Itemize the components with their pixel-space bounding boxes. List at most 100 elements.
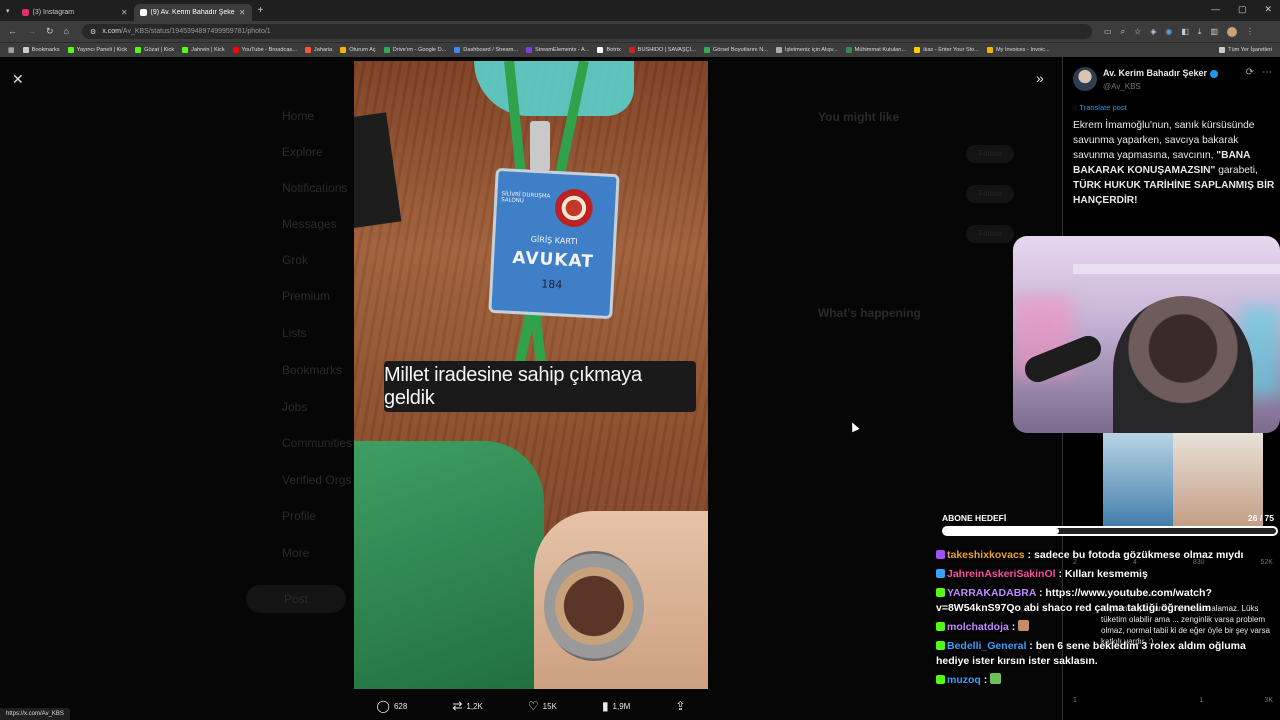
bookmark-item[interactable]: Dashboard / Stream...	[454, 47, 518, 53]
new-tab-button[interactable]: +	[252, 5, 264, 16]
kick-icon	[67, 47, 74, 53]
grok-icon[interactable]: ⟳	[1246, 67, 1254, 78]
bookmark-item-all[interactable]: Tüm Yer İşaretleri	[1219, 47, 1280, 53]
sub-badge-icon	[936, 550, 945, 559]
drive-icon	[383, 47, 390, 53]
chat-user: molchatdoja	[947, 621, 1009, 633]
home-icon[interactable]: ⌂	[64, 26, 69, 37]
menu-icon[interactable]: ⋮	[1246, 27, 1254, 37]
badge-top-text: SİLİVRİ DURUŞMA SALONU	[501, 191, 551, 205]
bookmark-item[interactable]: StreamElements - A...	[526, 47, 589, 53]
tab-instagram[interactable]: (3) Instagram ✕	[16, 4, 134, 21]
like-count-b[interactable]: 1	[1199, 697, 1203, 704]
forward-icon[interactable]: →	[27, 26, 36, 37]
bookmark-item[interactable]: İşletmeniz için Alışv...	[775, 47, 838, 53]
download-icon[interactable]: ⤓	[1198, 27, 1202, 37]
tweet-options: ⟳ ⋯	[1246, 67, 1272, 78]
url-host: x.com	[102, 28, 121, 35]
apps-icon[interactable]: ▦	[8, 46, 15, 54]
tab-close-icon[interactable]: ✕	[239, 8, 246, 17]
chat-message: takeshixkovacs : sadece bu fotoda gözükm…	[936, 548, 1276, 563]
chat-text: sadece bu fotoda gözükmese olmaz mıydı	[1033, 549, 1244, 561]
emote-icon	[1018, 620, 1030, 631]
author-handle[interactable]: @Av_KBS	[1103, 82, 1141, 91]
tab-close-icon[interactable]: ✕	[121, 8, 128, 17]
close-viewer-icon[interactable]: ✕	[12, 71, 24, 88]
views-button[interactable]: ▮ 1,9M	[602, 699, 630, 713]
bookmark-item[interactable]: Mühimmat Kutuları...	[845, 47, 906, 53]
bookmark-item[interactable]: BUSHIDO | SAVAŞÇI...	[628, 47, 696, 53]
photo-caption: Millet iradesine sahip çıkmaya geldik	[384, 361, 696, 412]
site-icon	[775, 47, 782, 53]
bookmark-item[interactable]: Oturum Aç	[340, 47, 376, 53]
bookmark-item[interactable]: Görsel Boyutlarını N...	[703, 47, 768, 53]
more-options-icon[interactable]: ⋯	[1262, 67, 1272, 78]
folder-icon	[1219, 47, 1226, 53]
bookmark-item[interactable]: Bookmarks	[22, 47, 60, 53]
site-info-icon[interactable]: ⚙	[90, 28, 96, 36]
chat-message: Bedelli_General : ben 6 sene bekledim 3 …	[936, 640, 1246, 667]
bookmark-item[interactable]: My Invoices - Invoic...	[986, 47, 1050, 53]
reply-button[interactable]: ◯ 628	[377, 699, 408, 713]
bookmark-item[interactable]: Yayıncı Paneli | Kick	[67, 47, 127, 53]
profile-avatar[interactable]	[1227, 26, 1238, 37]
tab-label: (9) Av. Kerim Bahadır Şeker (@Av	[150, 8, 235, 16]
chat-message: molchatdoja :	[936, 620, 1276, 635]
sub-goal-fill	[944, 528, 1060, 534]
heart-icon: ♡	[527, 699, 539, 713]
star-icon	[22, 47, 29, 53]
bookmark-item[interactable]: YouTube - Broadcas...	[232, 47, 297, 53]
cast-icon[interactable]: ▭	[1104, 27, 1112, 37]
minimize-icon[interactable]: —	[1211, 4, 1220, 15]
bookmark-item[interactable]: Gözat | Kick	[135, 47, 174, 53]
tab-search-icon[interactable]: ▾	[0, 7, 16, 15]
mouse-cursor	[848, 420, 860, 433]
bookmark-item[interactable]: ikas - Enter Your Sto...	[914, 47, 979, 53]
bookmark-star-icon[interactable]: ☆	[1134, 27, 1141, 37]
chat-user: muzoq	[947, 674, 981, 686]
figure-shelf	[1073, 264, 1280, 274]
sub-goal-widget: ABONE HEDEFİ 26 / 75	[942, 513, 1280, 536]
tab-x-post[interactable]: (9) Av. Kerim Bahadır Şeker (@Av ✕	[133, 3, 252, 21]
bookmark-item[interactable]: Jaharia	[304, 47, 332, 53]
share-button[interactable]: ⇪	[675, 699, 685, 713]
extension-icon[interactable]: ◈	[1150, 27, 1156, 37]
url-field[interactable]: ⚙ x.com /Av_KBS/status/19453948974999597…	[82, 24, 1092, 39]
kick-badge-icon	[936, 641, 945, 650]
wristwatch	[544, 551, 644, 661]
like-button[interactable]: ♡ 15K	[528, 699, 557, 713]
zoom-icon[interactable]: ⌕	[1121, 27, 1125, 37]
reload-icon[interactable]: ↻	[46, 26, 54, 37]
badge-clip	[530, 121, 550, 171]
bookmark-item[interactable]: Jahrein | Kick	[182, 47, 225, 53]
emote-icon	[990, 673, 1002, 684]
browser-tab-bar: ▾ (3) Instagram ✕ (9) Av. Kerim Bahadır …	[0, 0, 1280, 21]
address-toolbar: ← → ↻ ⌂ ⚙ x.com /Av_KBS/status/194539489…	[0, 21, 1280, 42]
bookmark-item[interactable]: Drive'ım - Google D...	[383, 47, 446, 53]
close-window-icon[interactable]: ✕	[1264, 4, 1272, 15]
extensions-puzzle-icon[interactable]: ◧	[1181, 27, 1189, 37]
author-name[interactable]: Av. Kerim Bahadır Şeker	[1103, 68, 1219, 78]
reply-count-b[interactable]: 1	[1073, 697, 1077, 704]
extension-icon[interactable]: ◉	[1165, 27, 1172, 37]
bg-follow-button: Follow	[966, 225, 1014, 243]
repost-count: 1,2K	[466, 701, 483, 711]
translate-post-link[interactable]: ◌ Translate post	[1073, 103, 1127, 112]
site-icon	[526, 47, 533, 53]
views-icon: ▮	[601, 699, 609, 713]
author-avatar[interactable]	[1073, 67, 1097, 91]
bookmark-item[interactable]: Botrix	[597, 47, 621, 53]
maximize-icon[interactable]: ▢	[1238, 4, 1247, 15]
bg-nav-home: Home	[282, 109, 315, 123]
kick-icon	[135, 47, 142, 53]
sidepanel-icon[interactable]: ▥	[1210, 27, 1218, 37]
view-count-b[interactable]: 3K	[1264, 697, 1273, 704]
repost-icon: ⇄	[452, 699, 463, 713]
back-icon[interactable]: ←	[8, 26, 17, 37]
status-url: https://x.com/Av_KBS	[0, 708, 70, 720]
toggle-panel-icon[interactable]: »	[1036, 70, 1044, 86]
site-icon	[628, 47, 635, 53]
repost-button[interactable]: ⇄ 1,2K	[452, 699, 483, 713]
bg-nav-notifications: Notifications	[282, 181, 348, 195]
bg-nav-more: More	[282, 546, 310, 560]
